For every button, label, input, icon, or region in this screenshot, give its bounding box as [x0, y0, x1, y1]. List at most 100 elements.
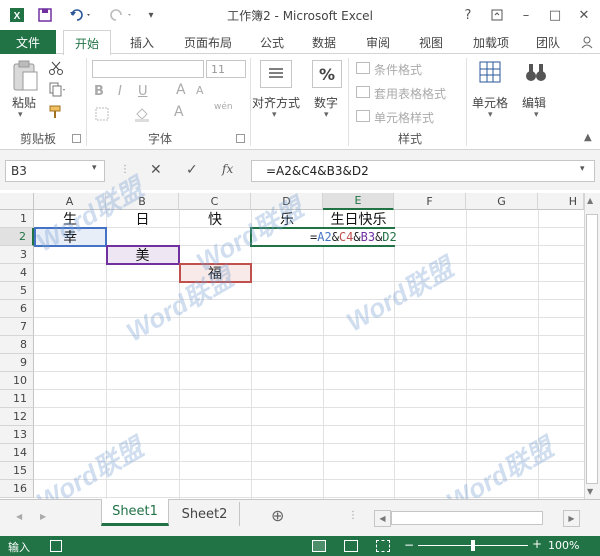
redo-icon[interactable] — [106, 5, 136, 25]
bold-button[interactable]: B — [94, 84, 104, 99]
tab-formulas[interactable]: 公式 — [254, 30, 290, 54]
zoom-level[interactable]: 100% — [548, 539, 579, 552]
enter-entry-icon[interactable]: ✓ — [186, 162, 198, 178]
insert-function-icon[interactable]: fx — [222, 162, 233, 176]
cell-d1[interactable]: 乐 — [251, 210, 323, 228]
maximize-button[interactable]: □ — [544, 4, 566, 26]
cells-icon[interactable] — [478, 60, 504, 88]
save-icon[interactable] — [34, 5, 56, 25]
paste-button-label[interactable]: 粘贴 — [12, 94, 36, 111]
tab-add-ins[interactable]: 加载项 — [466, 30, 516, 54]
formula-input[interactable]: =A2&C4&B3&D2 — [251, 160, 595, 182]
number-format-icon[interactable]: % — [312, 60, 342, 88]
row-header[interactable]: 12 — [0, 408, 34, 426]
row-header[interactable]: 1 — [0, 210, 34, 228]
alignment-button-label[interactable]: 对齐方式 — [252, 94, 300, 111]
collapse-ribbon-icon[interactable]: ▲ — [584, 132, 592, 143]
tab-review[interactable]: 审阅 — [360, 30, 396, 54]
copy-icon[interactable] — [48, 82, 68, 98]
name-box-dropdown-icon[interactable]: ▾ — [92, 163, 97, 173]
column-header-f[interactable]: F — [394, 193, 466, 210]
row-header[interactable]: 3 — [0, 246, 34, 264]
row-header[interactable]: 4 — [0, 264, 34, 282]
cell-styles-button[interactable]: 单元格样式 — [374, 109, 434, 126]
cells-dropdown-icon[interactable]: ▾ — [488, 110, 493, 120]
grow-font-button[interactable]: A — [176, 82, 186, 98]
tab-view[interactable]: 视图 — [413, 30, 449, 54]
row-header[interactable]: 15 — [0, 462, 34, 480]
page-break-view-icon[interactable] — [376, 540, 390, 552]
tab-insert[interactable]: 插入 — [124, 30, 160, 54]
conditional-format-button[interactable]: 条件格式 — [374, 61, 422, 78]
format-painter-icon[interactable] — [48, 104, 68, 120]
scroll-left-icon[interactable]: ◀ — [374, 510, 391, 527]
number-dropdown-icon[interactable]: ▾ — [324, 110, 329, 120]
column-header-g[interactable]: G — [466, 193, 538, 210]
border-icon[interactable] — [94, 106, 114, 122]
zoom-out-icon[interactable]: − — [404, 538, 414, 552]
cells-button-label[interactable]: 单元格 — [472, 94, 508, 111]
column-header-e[interactable]: E — [323, 193, 394, 210]
column-header-h[interactable]: H — [538, 193, 584, 210]
shrink-font-button[interactable]: A — [196, 84, 204, 97]
sheet-tab-sheet2[interactable]: Sheet2 — [170, 502, 240, 526]
alignment-icon[interactable] — [260, 60, 292, 88]
underline-button[interactable]: U — [138, 84, 148, 99]
name-box[interactable]: B3 — [5, 160, 105, 182]
close-button[interactable]: ✕ — [573, 4, 595, 26]
row-header[interactable]: 10 — [0, 372, 34, 390]
undo-icon[interactable] — [66, 5, 96, 25]
row-header[interactable]: 6 — [0, 300, 34, 318]
select-all-button[interactable] — [0, 193, 34, 210]
page-layout-view-icon[interactable] — [344, 540, 358, 552]
tab-team[interactable]: 团队 — [530, 30, 566, 54]
font-launcher-icon[interactable] — [236, 134, 245, 143]
macro-record-icon[interactable] — [50, 540, 62, 552]
column-header-c[interactable]: C — [179, 193, 251, 210]
italic-button[interactable]: I — [118, 84, 122, 99]
cell-e1[interactable]: 生日快乐 — [323, 210, 394, 228]
scroll-up-icon[interactable]: ▲ — [587, 196, 593, 205]
row-header[interactable]: 5 — [0, 282, 34, 300]
add-sheet-icon[interactable]: ⊕ — [271, 506, 284, 525]
format-as-table-button[interactable]: 套用表格格式 — [374, 85, 446, 102]
cancel-entry-icon[interactable]: ✕ — [150, 162, 162, 178]
minimize-button[interactable]: – — [515, 4, 537, 26]
zoom-slider-thumb[interactable] — [471, 540, 475, 551]
row-header[interactable]: 9 — [0, 354, 34, 372]
help-button[interactable]: ? — [457, 4, 479, 26]
user-icon[interactable] — [578, 30, 596, 54]
font-color-button[interactable]: A — [174, 104, 184, 120]
cut-icon[interactable] — [48, 60, 66, 76]
column-header-b[interactable]: B — [106, 193, 179, 210]
clipboard-launcher-icon[interactable] — [72, 134, 81, 143]
cell-b1[interactable]: 日 — [106, 210, 179, 228]
zoom-in-icon[interactable]: + — [532, 537, 542, 551]
expand-formula-bar-icon[interactable]: ▾ — [580, 164, 585, 174]
row-header[interactable]: 2 — [0, 228, 34, 246]
binoculars-icon[interactable] — [524, 60, 550, 88]
tab-file[interactable]: 文件 — [0, 30, 56, 54]
editing-button-label[interactable]: 编辑 — [522, 94, 546, 111]
editing-dropdown-icon[interactable]: ▾ — [534, 110, 539, 120]
paste-dropdown-icon[interactable]: ▾ — [18, 110, 23, 120]
tab-page-layout[interactable]: 页面布局 — [176, 30, 240, 54]
scroll-right-icon[interactable]: ▶ — [563, 510, 580, 527]
paste-icon[interactable] — [10, 60, 40, 94]
tab-home[interactable]: 开始 — [63, 30, 111, 55]
next-sheet-icon[interactable]: ▶ — [40, 512, 46, 521]
font-size-combo[interactable]: 11 — [206, 60, 246, 78]
alignment-dropdown-icon[interactable]: ▾ — [272, 110, 277, 120]
horizontal-scroll-thumb[interactable] — [391, 511, 543, 525]
ribbon-display-options-button[interactable] — [486, 4, 508, 26]
cell-a1[interactable]: 生 — [34, 210, 106, 228]
normal-view-icon[interactable] — [312, 540, 326, 552]
column-header-d[interactable]: D — [251, 193, 323, 210]
cell-e2-formula[interactable]: = A2 & C4 & B3 & D2 — [310, 229, 397, 245]
cell-b3[interactable]: 美 — [106, 246, 179, 264]
vertical-scroll-thumb[interactable] — [586, 214, 598, 484]
row-header[interactable]: 13 — [0, 426, 34, 444]
row-header[interactable]: 7 — [0, 318, 34, 336]
row-header[interactable]: 16 — [0, 480, 34, 498]
number-button-label[interactable]: 数字 — [314, 94, 338, 111]
